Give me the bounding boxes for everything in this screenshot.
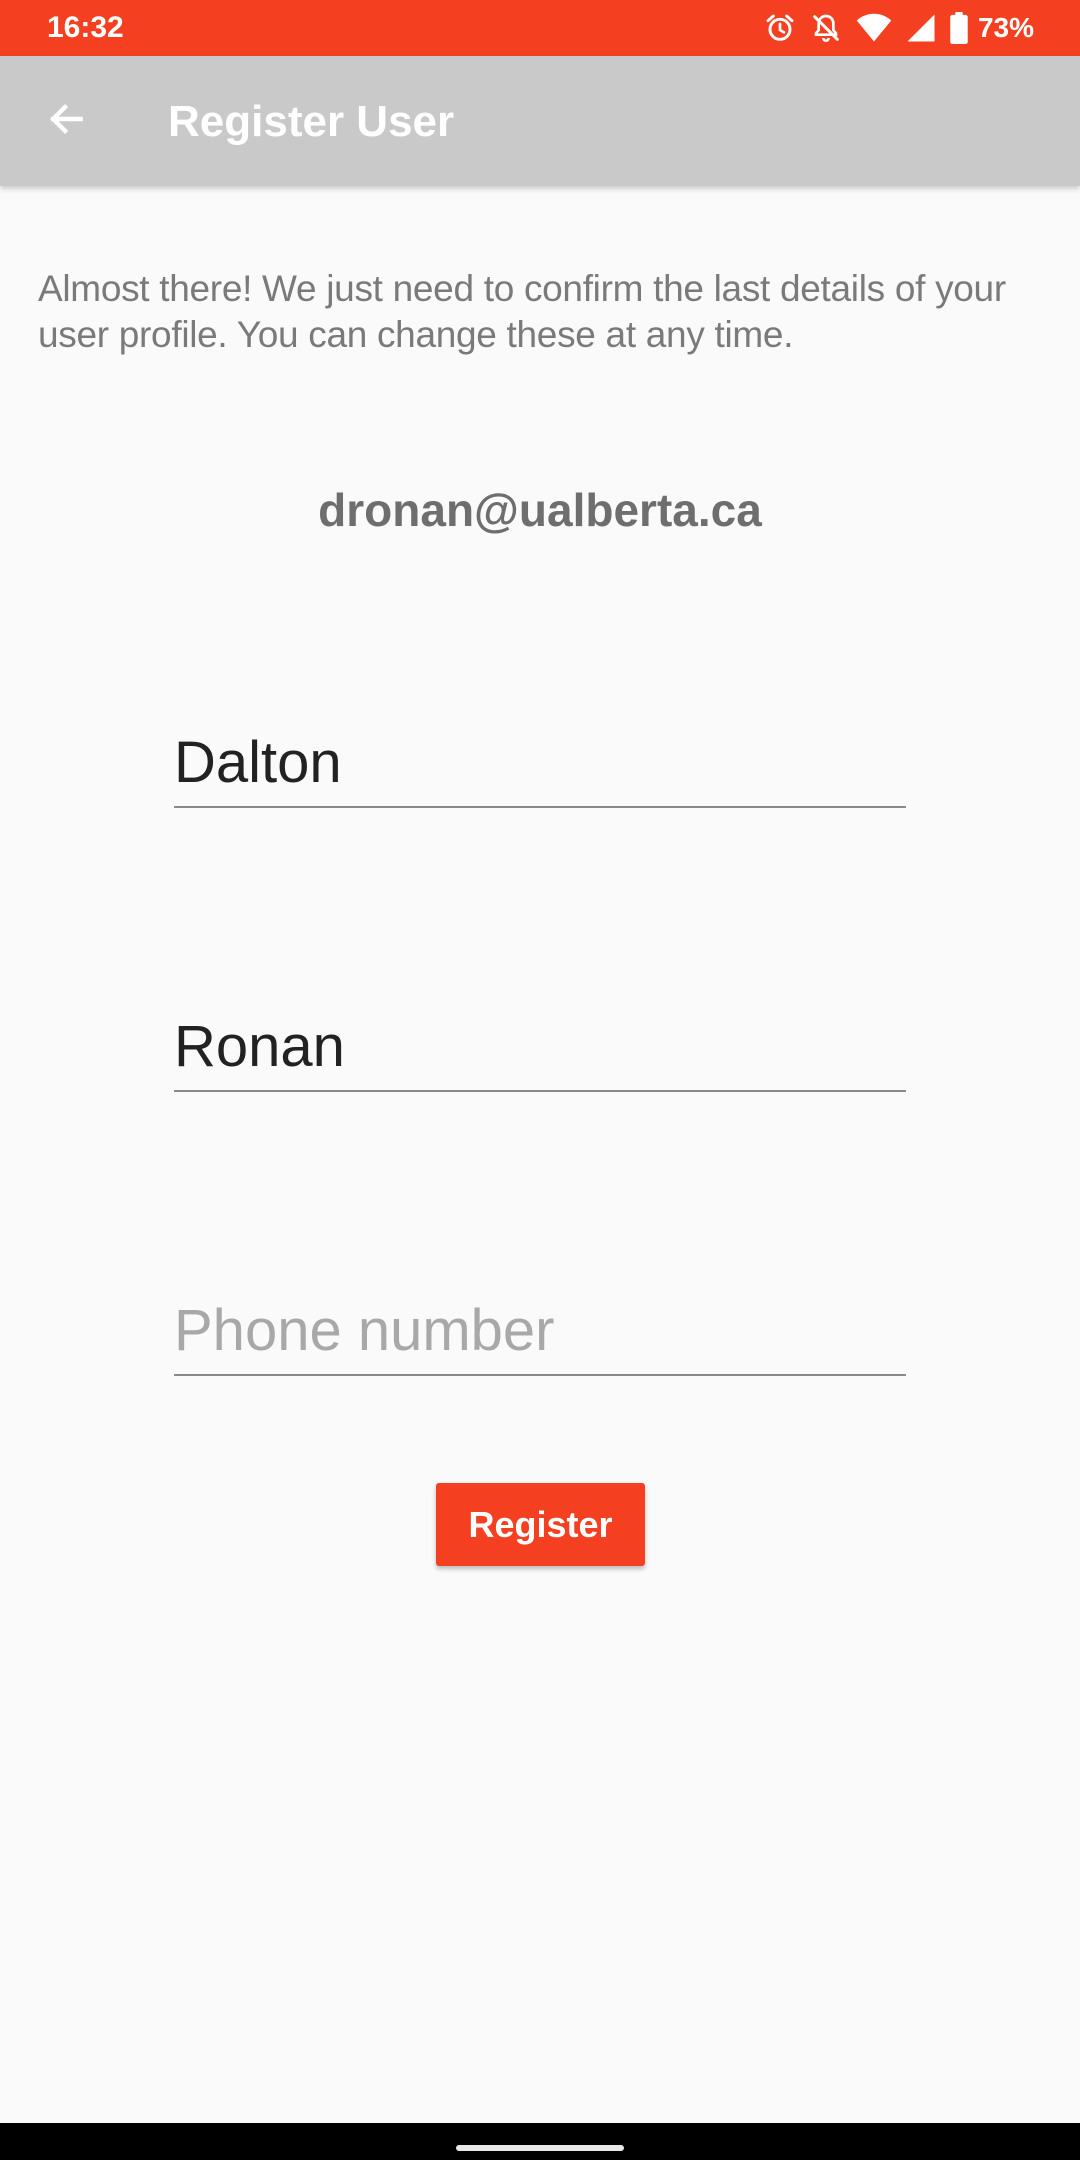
page-title: Register User bbox=[168, 97, 455, 146]
register-button[interactable]: Register bbox=[436, 1483, 645, 1566]
home-gesture-handle[interactable] bbox=[456, 2145, 624, 2151]
last-name-field bbox=[174, 1000, 906, 1092]
phone-number-input[interactable] bbox=[174, 1296, 906, 1366]
app-bar: Register User bbox=[0, 56, 1080, 186]
status-time: 16:32 bbox=[47, 11, 124, 44]
alarm-icon bbox=[764, 12, 796, 44]
last-name-input[interactable] bbox=[174, 1012, 906, 1082]
arrow-back-icon bbox=[44, 97, 88, 146]
first-name-field bbox=[174, 716, 906, 808]
signal-icon bbox=[906, 13, 936, 43]
battery-icon bbox=[950, 12, 968, 44]
user-email: dronan@ualberta.ca bbox=[318, 484, 762, 536]
phone-number-field bbox=[174, 1284, 906, 1376]
status-icons: 73% bbox=[764, 9, 1034, 47]
notifications-off-icon bbox=[810, 12, 842, 44]
intro-text: Almost there! We just need to confirm th… bbox=[38, 268, 1006, 355]
back-button[interactable] bbox=[30, 87, 102, 155]
status-bar: 16:32 73% bbox=[0, 0, 1080, 56]
navigation-bar bbox=[0, 2123, 1080, 2160]
first-name-input[interactable] bbox=[174, 728, 906, 798]
register-user-screen: 16:32 73% Register User Almost there! We… bbox=[0, 0, 1080, 2160]
wifi-icon bbox=[856, 13, 892, 43]
battery-percent: 73% bbox=[977, 12, 1034, 43]
